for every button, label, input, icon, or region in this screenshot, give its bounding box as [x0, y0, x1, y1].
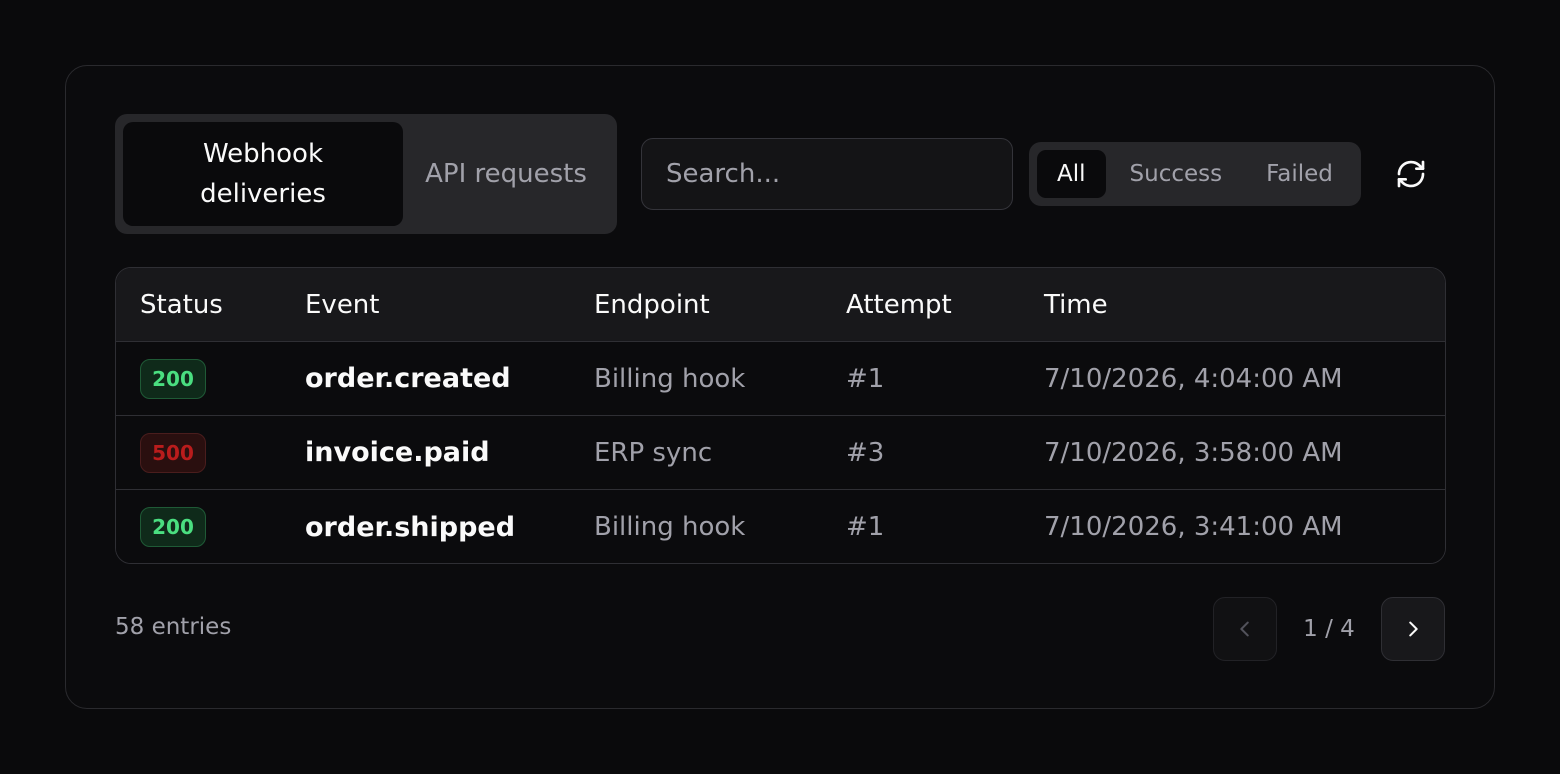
status-filter: All Success Failed — [1029, 142, 1361, 206]
chevron-right-icon — [1409, 621, 1418, 637]
refresh-button[interactable] — [1391, 154, 1431, 194]
filter-all[interactable]: All — [1037, 150, 1106, 198]
webhook-log-panel: Webhook deliveries API requests All Succ… — [65, 65, 1495, 709]
tab-api-requests[interactable]: API requests — [403, 122, 609, 226]
column-header-status: Status — [140, 289, 223, 320]
event-name: order.created — [305, 363, 511, 394]
timestamp: 7/10/2026, 3:41:00 AM — [1044, 512, 1343, 542]
refresh-icon — [1397, 160, 1425, 188]
attempt-number: #3 — [846, 437, 885, 468]
toolbar: Webhook deliveries API requests All Succ… — [115, 114, 1431, 234]
filter-failed[interactable]: Failed — [1246, 150, 1353, 198]
column-header-attempt: Attempt — [846, 289, 952, 320]
column-header-endpoint: Endpoint — [594, 289, 710, 320]
table-row[interactable]: 200 order.shipped Billing hook #1 7/10/2… — [116, 490, 1445, 563]
tab-webhook-deliveries[interactable]: Webhook deliveries — [123, 122, 403, 226]
deliveries-table: Status Event Endpoint Attempt Time 200 o… — [115, 267, 1446, 564]
table-header: Status Event Endpoint Attempt Time — [116, 268, 1445, 342]
status-badge: 200 — [140, 507, 206, 547]
next-page-button[interactable] — [1381, 597, 1445, 661]
tab-switcher: Webhook deliveries API requests — [115, 114, 617, 234]
page-indicator: 1 / 4 — [1303, 616, 1355, 642]
filter-success[interactable]: Success — [1110, 150, 1243, 198]
event-name: invoice.paid — [305, 437, 490, 468]
chevron-left-icon — [1240, 621, 1249, 637]
pagination: 1 / 4 — [1213, 597, 1445, 661]
status-badge: 500 — [140, 432, 206, 473]
timestamp: 7/10/2026, 3:58:00 AM — [1044, 437, 1343, 468]
attempt-number: #1 — [846, 512, 885, 542]
entry-count: 58 entries — [115, 614, 232, 640]
endpoint-name: Billing hook — [594, 512, 746, 542]
status-badge: 200 — [140, 358, 206, 399]
previous-page-button[interactable] — [1213, 597, 1277, 661]
column-header-time: Time — [1044, 289, 1108, 320]
table-row[interactable]: 200 order.created Billing hook #1 7/10/2… — [116, 342, 1445, 416]
timestamp: 7/10/2026, 4:04:00 AM — [1044, 363, 1343, 394]
column-header-event: Event — [305, 289, 380, 320]
search-input[interactable] — [641, 138, 1013, 210]
event-name: order.shipped — [305, 511, 516, 543]
attempt-number: #1 — [846, 363, 885, 394]
endpoint-name: ERP sync — [594, 437, 713, 468]
table-row[interactable]: 500 invoice.paid ERP sync #3 7/10/2026, … — [116, 416, 1445, 490]
endpoint-name: Billing hook — [594, 363, 746, 394]
